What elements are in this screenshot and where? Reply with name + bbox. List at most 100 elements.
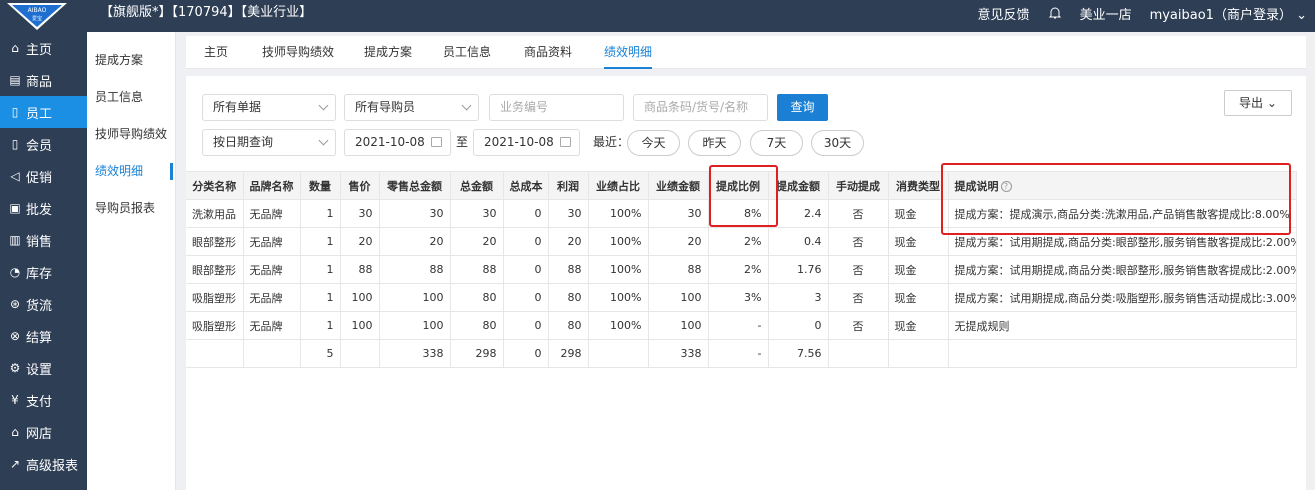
tab-0[interactable]: 主页: [204, 36, 228, 69]
sidebar-item-6[interactable]: ▥ 销售: [0, 224, 87, 256]
table-row[interactable]: 洗漱用品 无品牌 1 30 30 30 0 30 100% 30 8% 2.4 否现金 提成方案：提成演示…: [186, 199, 1297, 228]
top-bar: AIBAO 爱宝 【旗舰版*】【170794】【美业行业】 意见反馈 美业一店 …: [0, 0, 1315, 32]
column-header[interactable]: 提成说明?: [947, 171, 1297, 200]
date-to-value: 2021-10-08: [484, 135, 554, 149]
column-header[interactable]: 手动提成: [827, 171, 889, 200]
quick-30days-button[interactable]: 30天: [811, 130, 864, 156]
doc-type-select[interactable]: 所有单据: [202, 94, 336, 121]
column-header[interactable]: 总金额: [449, 171, 504, 200]
date-mode-select[interactable]: 按日期查询: [202, 129, 336, 156]
sales-icon: ▥: [9, 233, 21, 247]
table-cell: 20: [339, 227, 380, 256]
sidebar-item-9[interactable]: ⊗ 结算: [0, 320, 87, 352]
user-menu[interactable]: myaibao1（商户登录） ⌄: [1150, 4, 1307, 23]
date-to-input[interactable]: 2021-10-08: [473, 129, 580, 156]
tab-3[interactable]: 员工信息: [443, 36, 491, 69]
bell-icon[interactable]: [1048, 6, 1062, 20]
home-icon: ⌂: [11, 41, 19, 55]
query-button[interactable]: 查询: [777, 94, 828, 121]
sidebar-item-8[interactable]: ⊛ 货流: [0, 288, 87, 320]
goods-search-input[interactable]: 商品条码/货号/名称: [633, 94, 768, 121]
table-cell: 1: [299, 227, 341, 256]
column-header[interactable]: 利润: [547, 171, 589, 200]
table-cell: 100: [339, 283, 380, 312]
table-cell: 100: [647, 283, 709, 312]
feedback-link[interactable]: 意见反馈: [978, 4, 1030, 23]
sidebar-item-1[interactable]: ▤ 商品: [0, 64, 87, 96]
aibao-logo[interactable]: AIBAO 爱宝: [6, 0, 68, 32]
sidebar-item-5[interactable]: ▣ 批发: [0, 192, 87, 224]
store-name[interactable]: 美业一店: [1080, 4, 1132, 23]
tab-1[interactable]: 技师导购绩效: [262, 36, 334, 69]
table-cell: [242, 339, 301, 368]
sidebar-item-13[interactable]: ↗ 高级报表: [0, 448, 87, 480]
table-cell: 30: [449, 199, 504, 228]
sidebar-item-3[interactable]: ▯ 会员: [0, 128, 87, 160]
table-cell: 100: [378, 311, 451, 340]
column-header[interactable]: 数量: [299, 171, 341, 200]
table-cell: 0: [502, 339, 549, 368]
tab-5[interactable]: 绩效明细: [604, 36, 653, 69]
member-icon: ▯: [11, 137, 19, 151]
column-header[interactable]: 售价: [339, 171, 380, 200]
sidebar-item-4[interactable]: ◁ 促销: [0, 160, 87, 192]
sidebar-item-2[interactable]: ▯ 员工: [0, 96, 87, 128]
table-row[interactable]: 眼部整形 无品牌 1 20 20 20 0 20 100% 20 2% 0.4 否现金 提成方案：试用期提…: [186, 227, 1297, 256]
sidebar-item-label: 货流: [26, 298, 53, 314]
table-cell: 100: [339, 311, 380, 340]
subnav-item-4[interactable]: 导购员报表: [87, 190, 175, 227]
doc-type-value: 所有单据: [213, 100, 262, 114]
table-cell: 0: [502, 199, 549, 228]
help-icon[interactable]: ?: [1000, 181, 1012, 192]
biz-no-input[interactable]: 业务编号: [489, 94, 624, 121]
table-cell: 提成方案：提成演示,商品分类:洗漱用品,产品销售散客提成比:8.00%: [947, 199, 1297, 228]
quick-yesterday-button[interactable]: 昨天: [688, 130, 741, 156]
table-cell: 0: [502, 227, 549, 256]
table-cell: 298: [547, 339, 589, 368]
column-header[interactable]: 零售总金额: [378, 171, 451, 200]
table-cell: 88: [647, 255, 709, 284]
table-total-row[interactable]: 5 338 298 0 298 338-7.56: [186, 339, 1297, 368]
export-button[interactable]: 导出 ⌄: [1224, 90, 1292, 116]
table-cell: 否: [827, 255, 889, 284]
column-header[interactable]: 提成比例: [707, 171, 769, 200]
table-cell: 30: [647, 199, 709, 228]
quick-7days-button[interactable]: 7天: [750, 130, 803, 156]
table-cell: -: [707, 339, 769, 368]
table-cell: 否: [827, 283, 889, 312]
sidebar-item-0[interactable]: ⌂ 主页: [0, 32, 87, 64]
column-header[interactable]: 提成金额: [767, 171, 829, 200]
user-name: myaibao1（商户登录）: [1149, 7, 1292, 23]
sidebar-item-7[interactable]: ◔ 库存: [0, 256, 87, 288]
subnav-item-2[interactable]: 技师导购绩效: [87, 116, 175, 153]
subnav-item-0[interactable]: 提成方案: [87, 42, 175, 79]
column-header[interactable]: 业绩占比: [587, 171, 649, 200]
sidebar-item-10[interactable]: ⚙ 设置: [0, 352, 87, 384]
subnav-item-3[interactable]: 绩效明细: [87, 153, 175, 190]
table-cell: 0: [502, 311, 549, 340]
table-cell: 80: [547, 311, 589, 340]
quick-today-button[interactable]: 今天: [627, 130, 680, 156]
table-cell: 现金: [887, 199, 949, 228]
column-header[interactable]: 品牌名称: [242, 171, 301, 200]
tab-4[interactable]: 商品资料: [524, 36, 572, 69]
table-cell: 无品牌: [242, 255, 301, 284]
date-from-input[interactable]: 2021-10-08: [344, 129, 451, 156]
table-cell: 100%: [587, 199, 649, 228]
tab-2[interactable]: 提成方案: [364, 36, 412, 69]
table-cell: 吸脂塑形: [186, 311, 244, 340]
guide-select[interactable]: 所有导购员: [344, 94, 479, 121]
column-header[interactable]: 总成本: [502, 171, 549, 200]
table-row[interactable]: 吸脂塑形 无品牌 1 100 100 80 0 80 100% 100-0 否现金 无提成规则: [186, 311, 1297, 340]
sidebar-item-11[interactable]: ¥ 支付: [0, 384, 87, 416]
column-header[interactable]: 消费类型: [887, 171, 949, 200]
sidebar-item-12[interactable]: ⌂ 网店: [0, 416, 87, 448]
column-header[interactable]: 业绩金额: [647, 171, 709, 200]
promo-icon: ◁: [10, 169, 20, 183]
table-row[interactable]: 眼部整形 无品牌 1 88 88 88 0 88 100% 88 2% 1.76 否现金 提成方案：试用期…: [186, 255, 1297, 284]
table-cell: 338: [378, 339, 451, 368]
column-header[interactable]: 分类名称: [186, 171, 244, 200]
subnav-item-1[interactable]: 员工信息: [87, 79, 175, 116]
table-row[interactable]: 吸脂塑形 无品牌 1 100 100 80 0 80 100% 100 3% 3 否现金 提成方案：试用期…: [186, 283, 1297, 312]
page-scrollbar[interactable]: [1306, 32, 1315, 490]
